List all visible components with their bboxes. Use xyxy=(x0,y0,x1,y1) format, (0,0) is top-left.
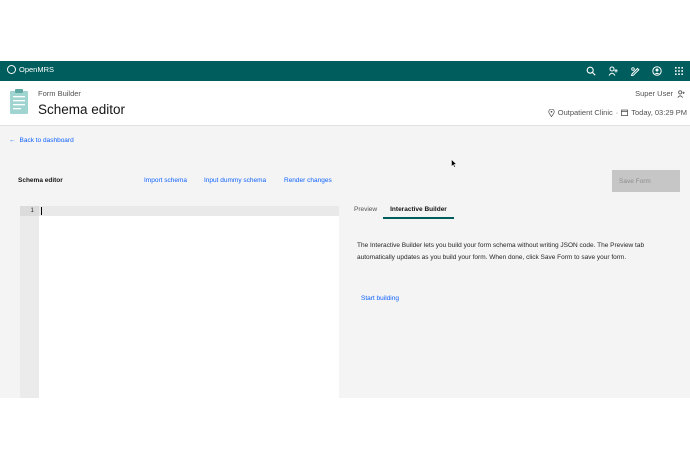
breadcrumb: Form Builder xyxy=(38,89,81,98)
location-name: Outpatient Clinic xyxy=(557,108,613,117)
page-header: Form Builder Schema editor Super User Ou… xyxy=(0,81,690,126)
builder-description: The Interactive Builder lets you build y… xyxy=(357,242,645,261)
line-number: 1 xyxy=(20,206,39,216)
openmrs-logo[interactable]: OpenMRS xyxy=(7,65,54,74)
add-patient-icon[interactable] xyxy=(602,61,624,81)
schema-editor-label: Schema editor xyxy=(18,177,63,184)
user-icon xyxy=(677,89,685,98)
tab-list: Preview Interactive Builder xyxy=(348,205,454,219)
brand-name: OpenMRS xyxy=(19,65,55,74)
app-shell: OpenMRS Form Builder Schema editor Super… xyxy=(0,61,690,398)
tab-interactive-builder[interactable]: Interactive Builder xyxy=(383,205,454,219)
code-editor[interactable]: 1 xyxy=(20,206,339,398)
session-date: Today, 03:29 PM xyxy=(631,108,687,117)
render-changes-button[interactable]: Render changes xyxy=(284,177,332,184)
start-building-button[interactable]: Start building xyxy=(361,295,399,302)
search-icon[interactable] xyxy=(580,61,602,81)
current-user[interactable]: Super User xyxy=(635,89,685,98)
user-name: Super User xyxy=(635,89,673,98)
editor-gutter xyxy=(20,206,39,398)
page-title: Schema editor xyxy=(38,102,126,117)
meta-separator: · xyxy=(615,108,619,117)
location-icon xyxy=(548,108,555,117)
user-avatar-icon[interactable] xyxy=(646,61,668,81)
save-form-button[interactable]: Save Form xyxy=(612,170,680,192)
openmrs-logo-icon xyxy=(7,65,16,74)
import-schema-button[interactable]: Import schema xyxy=(144,177,187,184)
back-link-label: Back to dashboard xyxy=(19,137,74,144)
text-cursor xyxy=(41,207,42,215)
nav-actions xyxy=(580,61,690,81)
session-meta: Outpatient Clinic · Today, 03:29 PM xyxy=(548,108,687,117)
arrow-left-icon: ← xyxy=(9,137,16,144)
top-navigation-bar: OpenMRS xyxy=(0,61,690,81)
input-dummy-schema-button[interactable]: Input dummy schema xyxy=(204,177,266,184)
clipboard-illustration-icon xyxy=(10,89,28,114)
schema-toolbar: Schema editor Import schema Input dummy … xyxy=(0,170,690,194)
app-switcher-icon[interactable] xyxy=(668,61,690,81)
mouse-pointer-icon xyxy=(451,159,457,168)
calendar-icon xyxy=(621,109,629,116)
back-to-dashboard-link[interactable]: ← Back to dashboard xyxy=(9,137,74,144)
active-line-highlight xyxy=(39,206,339,216)
tab-preview[interactable]: Preview xyxy=(348,205,383,217)
edit-icon[interactable] xyxy=(624,61,646,81)
